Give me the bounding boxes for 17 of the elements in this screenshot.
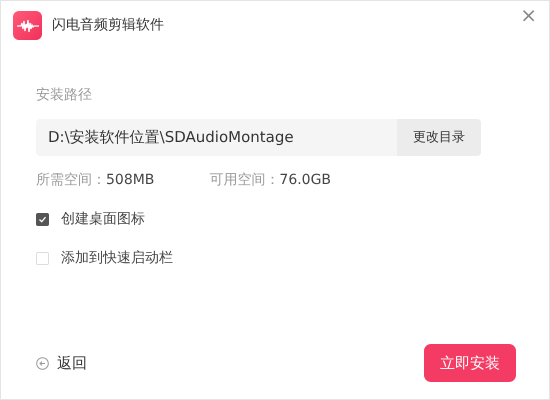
install-path-label: 安装路径 — [36, 86, 93, 105]
checkbox[interactable] — [36, 213, 49, 226]
window-title: 闪电音频剪辑软件 — [52, 16, 164, 35]
space-value: 508MB — [106, 172, 154, 188]
space-label: 所需空间： — [36, 172, 106, 188]
app-logo-icon — [13, 11, 42, 40]
checkbox[interactable] — [36, 252, 49, 265]
install-path-field[interactable]: D:\安装软件位置\SDAudioMontage 更改目录 — [36, 119, 481, 156]
space-label: 可用空间： — [209, 172, 280, 188]
close-button[interactable]: × — [520, 5, 537, 25]
checkbox-label: 添加到快速启动栏 — [61, 249, 173, 268]
space-value: 76.0GB — [279, 172, 332, 188]
install-now-button[interactable]: 立即安装 — [424, 344, 516, 382]
back-button[interactable]: 返回 — [36, 352, 87, 374]
checkbox-label: 创建桌面图标 — [61, 210, 145, 229]
checkmark-icon — [38, 215, 47, 224]
change-directory-button[interactable]: 更改目录 — [397, 119, 481, 156]
